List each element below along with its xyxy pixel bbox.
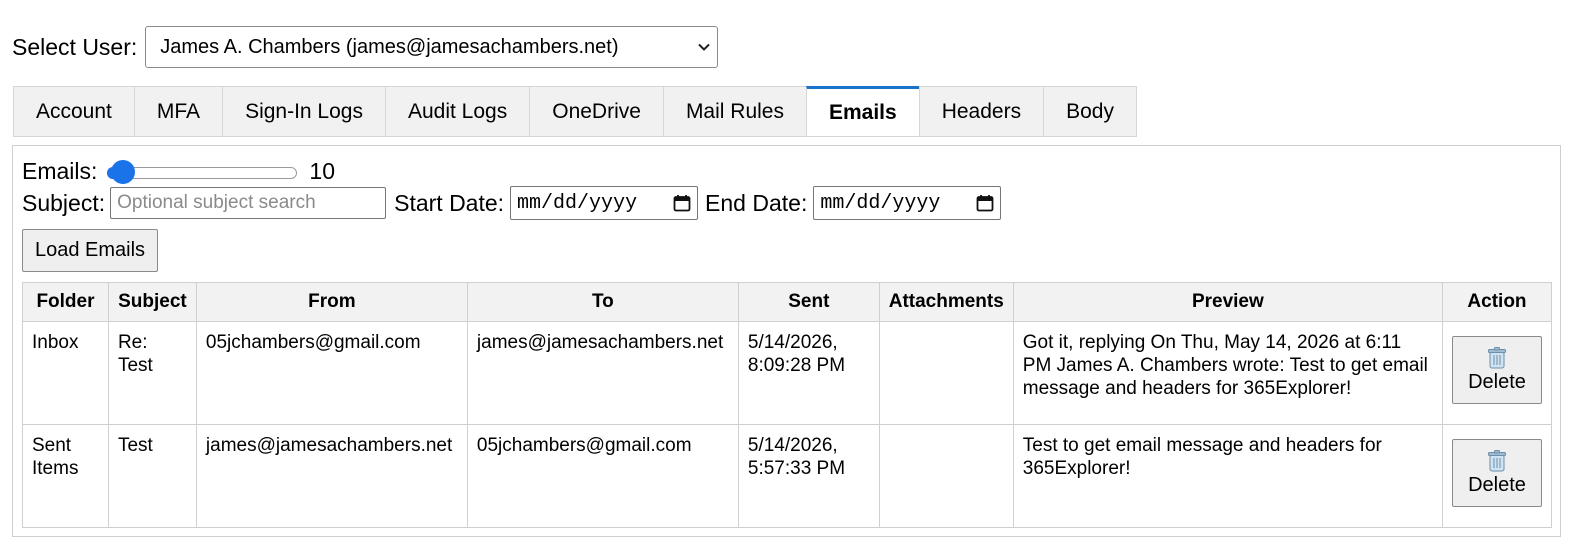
- cell-preview: Test to get email message and headers fo…: [1012, 424, 1443, 528]
- load-emails-button[interactable]: Load Emails: [22, 229, 158, 272]
- tab-mfa[interactable]: MFA: [133, 86, 223, 137]
- subject-label: Subject:: [22, 189, 106, 216]
- tab-audit-logs[interactable]: Audit Logs: [384, 86, 530, 137]
- slider-track: [107, 166, 298, 179]
- select-user-label: Select User:: [12, 33, 138, 60]
- delete-button[interactable]: Delete: [1451, 336, 1542, 404]
- tab-account[interactable]: Account: [13, 86, 134, 137]
- column-header-subject: Subject: [107, 282, 197, 322]
- tab-label: Emails: [828, 100, 897, 124]
- column-header-to: To: [466, 282, 739, 322]
- delete-button-label: Delete: [1468, 473, 1526, 496]
- tab-label: Headers: [941, 99, 1022, 123]
- start-date-input[interactable]: mm/dd/yyyy: [510, 186, 699, 220]
- tab-label: Account: [36, 99, 112, 123]
- tab-label: Sign-In Logs: [245, 99, 363, 123]
- table-header-row: Folder Subject From To Sent Attachments …: [22, 282, 1553, 322]
- column-header-folder: Folder: [22, 282, 109, 322]
- user-select-value: James A. Chambers (james@jamesachambers.…: [160, 35, 619, 58]
- cell-folder: Inbox: [22, 321, 109, 425]
- start-date-placeholder: mm/dd/yyyy: [517, 191, 638, 215]
- column-header-from: From: [195, 282, 468, 322]
- tab-label: Audit Logs: [407, 99, 508, 123]
- cell-action: Delete: [1441, 424, 1553, 528]
- cell-sent: 5/14/2026, 5:57:33 PM: [737, 424, 880, 528]
- column-header-action: Action: [1441, 282, 1553, 322]
- emails-table: Folder Subject From To Sent Attachments …: [22, 282, 1553, 528]
- tab-body[interactable]: Body: [1043, 86, 1137, 137]
- tab-label: MFA: [156, 99, 201, 123]
- delete-button[interactable]: Delete: [1451, 439, 1542, 507]
- trash-icon: [1487, 449, 1506, 471]
- tab-label: Body: [1066, 99, 1114, 123]
- emails-count-value: 10: [309, 158, 335, 184]
- emails-count-label: Emails:: [22, 158, 98, 184]
- cell-attachments: [878, 424, 1014, 528]
- tab-headers[interactable]: Headers: [918, 86, 1044, 137]
- user-select[interactable]: James A. Chambers (james@jamesachambers.…: [145, 26, 719, 68]
- cell-folder: Sent Items: [22, 424, 109, 528]
- column-header-preview: Preview: [1012, 282, 1443, 322]
- calendar-icon[interactable]: [976, 194, 994, 212]
- cell-sent: 5/14/2026, 8:09:28 PM: [737, 321, 880, 425]
- email-count-row: Emails: 10: [22, 158, 335, 185]
- tab-label: Mail Rules: [685, 99, 784, 123]
- start-date-label: Start Date:: [394, 189, 505, 216]
- chevron-down-icon: [698, 43, 710, 51]
- column-header-sent: Sent: [737, 282, 880, 322]
- tab-sign-in-logs[interactable]: Sign-In Logs: [222, 86, 385, 137]
- cell-subject: Test: [107, 424, 197, 528]
- cell-from: 05jchambers@gmail.com: [195, 321, 468, 425]
- trash-icon: [1487, 346, 1506, 368]
- cell-to: james@jamesachambers.net: [466, 321, 739, 425]
- emails-panel: Emails: 10 Subject: Start Date: mm/dd/yy…: [12, 145, 1561, 537]
- column-header-attachments: Attachments: [878, 282, 1014, 322]
- cell-preview: Got it, replying On Thu, May 14, 2026 at…: [1012, 321, 1443, 425]
- user-selector-row: Select User: James A. Chambers (james@ja…: [12, 26, 719, 68]
- end-date-label: End Date:: [705, 189, 808, 216]
- slider-thumb[interactable]: [110, 159, 135, 184]
- tab-onedrive[interactable]: OneDrive: [529, 86, 663, 137]
- cell-to: 05jchambers@gmail.com: [466, 424, 739, 528]
- cell-attachments: [878, 321, 1014, 425]
- tab-label: OneDrive: [552, 99, 641, 123]
- tab-emails[interactable]: Emails: [805, 86, 919, 137]
- tab-bar: Account MFA Sign-In Logs Audit Logs OneD…: [13, 86, 1137, 137]
- cell-action: Delete: [1441, 321, 1553, 425]
- calendar-icon[interactable]: [673, 194, 691, 212]
- search-filters-row: Subject: Start Date: mm/dd/yyyy End Date…: [22, 186, 1008, 220]
- cell-from: james@jamesachambers.net: [195, 424, 468, 528]
- tab-mail-rules[interactable]: Mail Rules: [662, 86, 806, 137]
- table-row[interactable]: Inbox Re: Test 05jchambers@gmail.com jam…: [22, 321, 1553, 425]
- end-date-input[interactable]: mm/dd/yyyy: [813, 186, 1002, 220]
- subject-search-input[interactable]: [110, 187, 387, 219]
- email-count-slider[interactable]: [107, 159, 298, 184]
- delete-button-label: Delete: [1468, 370, 1526, 393]
- table-row[interactable]: Sent Items Test james@jamesachambers.net…: [22, 424, 1553, 528]
- end-date-placeholder: mm/dd/yyyy: [820, 191, 941, 215]
- cell-subject: Re: Test: [107, 321, 197, 425]
